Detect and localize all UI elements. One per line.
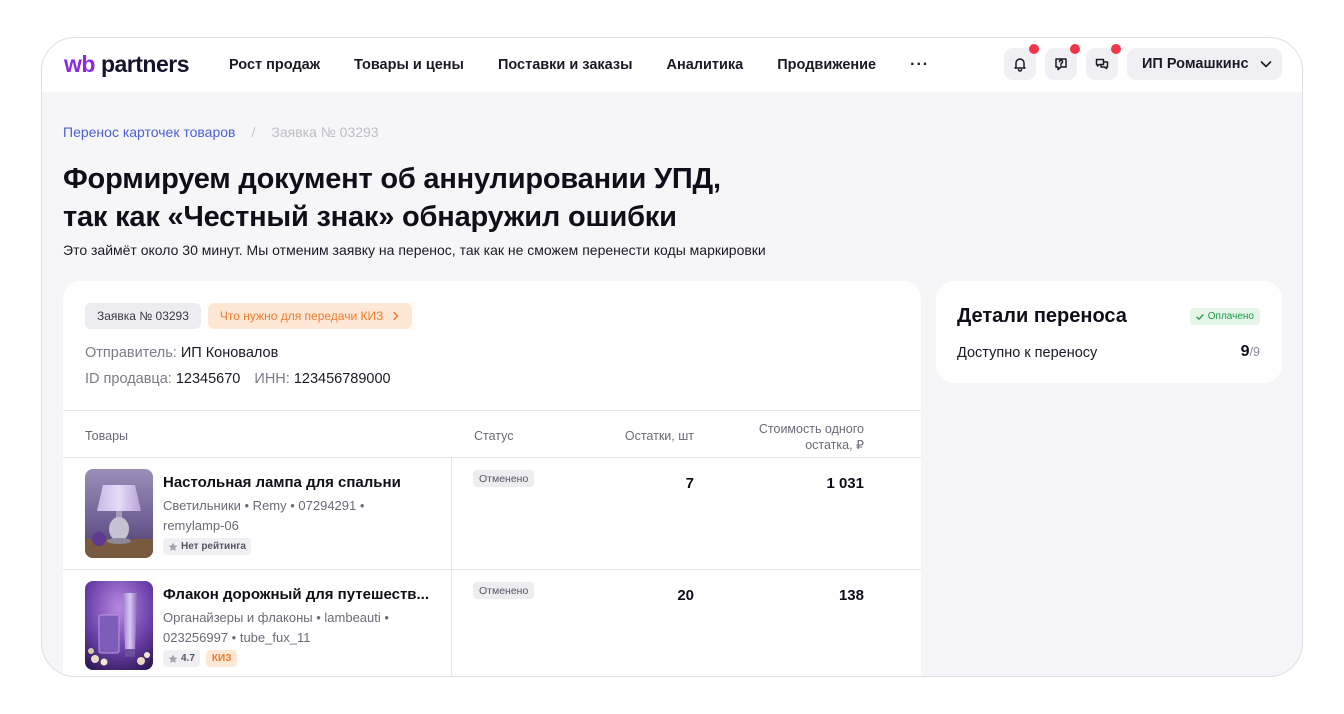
sender-value: ИП Коновалов — [180, 345, 279, 361]
top-navigation-bar: wb partners Рост продаж Товары и цены По… — [42, 38, 1302, 92]
inn-value: 123456789000 — [293, 371, 391, 387]
table-row[interactable]: Флакон дорожный для путешеств... Органай… — [63, 570, 921, 676]
column-header-goods: Товары — [85, 429, 128, 443]
stock-value: 7 — [685, 475, 694, 492]
chevron-down-icon — [1260, 61, 1271, 68]
page-title-line-2: так как «Честный знак» обнаружил ошибки — [63, 201, 677, 233]
product-title[interactable]: Настольная лампа для спальни — [163, 474, 401, 491]
messages-button[interactable] — [1086, 44, 1121, 80]
star-icon — [168, 542, 178, 551]
request-number-tag: Заявка № 03293 — [85, 303, 201, 329]
column-header-price: Стоимость одного остатка, ₽ — [723, 421, 864, 453]
bell-icon — [1014, 58, 1026, 72]
chevron-right-icon — [393, 311, 399, 321]
status-badge: Отменено — [473, 470, 535, 487]
price-value: 1 031 — [826, 475, 864, 492]
product-title[interactable]: Флакон дорожный для путешеств... — [163, 586, 429, 603]
page-subtitle: Это займёт около 30 минут. Мы отменим за… — [63, 242, 766, 258]
stock-value: 20 — [677, 587, 694, 604]
transfer-details-title: Детали переноса — [957, 305, 1127, 327]
column-header-price-line-1: Стоимость одного — [758, 422, 864, 436]
rating-value: Нет рейтинга — [181, 541, 246, 552]
support-button[interactable] — [1045, 44, 1080, 80]
support-chat-icon — [1055, 58, 1067, 71]
notification-dot — [1111, 44, 1121, 54]
nav-item-goods-prices[interactable]: Товары и цены — [354, 57, 464, 73]
main-nav: Рост продаж Товары и цены Поставки и зак… — [229, 38, 929, 92]
product-thumbnail — [85, 469, 153, 558]
product-meta: Светильники • Remy • 07294291 • remylamp… — [163, 498, 365, 533]
column-divider — [451, 458, 452, 569]
breadcrumb-link-transfer[interactable]: Перенос карточек товаров — [63, 124, 235, 140]
nav-item-promotion[interactable]: Продвижение — [777, 57, 876, 73]
available-value: 9/9 — [1241, 343, 1260, 361]
sender-info: Отправитель: ИП Коновалов — [85, 345, 278, 361]
seller-id-label: ID продавца: — [85, 371, 172, 387]
product-badges: 4.7 КИЗ — [163, 650, 238, 667]
available-label: Доступно к переносу — [957, 345, 1098, 361]
kiz-info-label: Что нужно для передачи КИЗ — [219, 309, 384, 323]
nav-item-supplies-orders[interactable]: Поставки и заказы — [498, 57, 633, 73]
seller-ids: ID продавца: 12345670 ИНН: 123456789000 — [85, 371, 391, 387]
product-meta: Органайзеры и флаконы • lambeauti • 0232… — [163, 610, 389, 645]
available-count: 9 — [1240, 343, 1250, 360]
app-window: wb partners Рост продаж Товары и цены По… — [41, 37, 1303, 677]
notification-dot — [1070, 44, 1080, 54]
kiz-info-link[interactable]: Что нужно для передачи КИЗ — [207, 303, 413, 329]
table-header: Товары Статус Остатки, шт Стоимость одно… — [63, 410, 921, 458]
rating-badge: 4.7 — [163, 650, 200, 667]
available-total: /9 — [1249, 345, 1260, 359]
logo-wb: wb — [64, 51, 95, 77]
sender-label: Отправитель: — [85, 345, 177, 361]
column-header-status: Статус — [474, 429, 514, 443]
seller-id-value: 12345670 — [175, 371, 241, 387]
breadcrumb: Перенос карточек товаров / Заявка № 0329… — [63, 124, 379, 140]
product-thumbnail — [85, 581, 153, 670]
page-title: Формируем документ об аннулировании УПД,… — [63, 160, 823, 236]
nav-item-sales-growth[interactable]: Рост продаж — [229, 57, 320, 73]
profile-name: ИП Ромашкинс — [1142, 56, 1249, 72]
price-value: 138 — [838, 587, 864, 604]
paid-badge-label: Оплачено — [1207, 311, 1254, 322]
kiz-badge: КИЗ — [205, 650, 238, 667]
inn-label: ИНН: — [254, 371, 290, 387]
nav-more-button[interactable]: ··· — [910, 56, 929, 74]
transfer-details-card: Детали переноса Оплачено Доступно к пере… — [936, 281, 1282, 383]
table-row[interactable]: Настольная лампа для спальни Светильники… — [63, 458, 921, 570]
breadcrumb-separator: / — [251, 124, 256, 140]
request-card: Заявка № 03293 Что нужно для передачи КИ… — [63, 281, 921, 676]
header-actions — [1004, 44, 1121, 80]
wb-partners-logo[interactable]: wb partners — [64, 51, 190, 78]
logo-partners: partners — [100, 51, 190, 77]
column-header-price-line-2: остатка, ₽ — [805, 438, 864, 452]
notification-dot — [1029, 44, 1039, 54]
rating-value: 4.7 — [181, 653, 195, 664]
breadcrumb-current: Заявка № 03293 — [271, 124, 379, 140]
nav-item-analytics[interactable]: Аналитика — [666, 57, 743, 73]
column-divider — [451, 570, 452, 676]
messages-icon — [1095, 58, 1109, 70]
paid-badge: Оплачено — [1189, 308, 1260, 325]
status-badge: Отменено — [473, 582, 535, 599]
profile-menu[interactable]: ИП Ромашкинс — [1127, 48, 1282, 80]
product-badges: Нет рейтинга — [163, 538, 251, 555]
rating-badge: Нет рейтинга — [163, 538, 251, 555]
column-header-stock: Остатки, шт — [624, 429, 694, 443]
page-title-line-1: Формируем документ об аннулировании УПД, — [63, 163, 721, 195]
request-tags: Заявка № 03293 Что нужно для передачи КИ… — [85, 303, 413, 329]
check-icon — [1196, 313, 1204, 320]
notifications-button[interactable] — [1004, 44, 1039, 80]
star-icon — [168, 654, 178, 663]
